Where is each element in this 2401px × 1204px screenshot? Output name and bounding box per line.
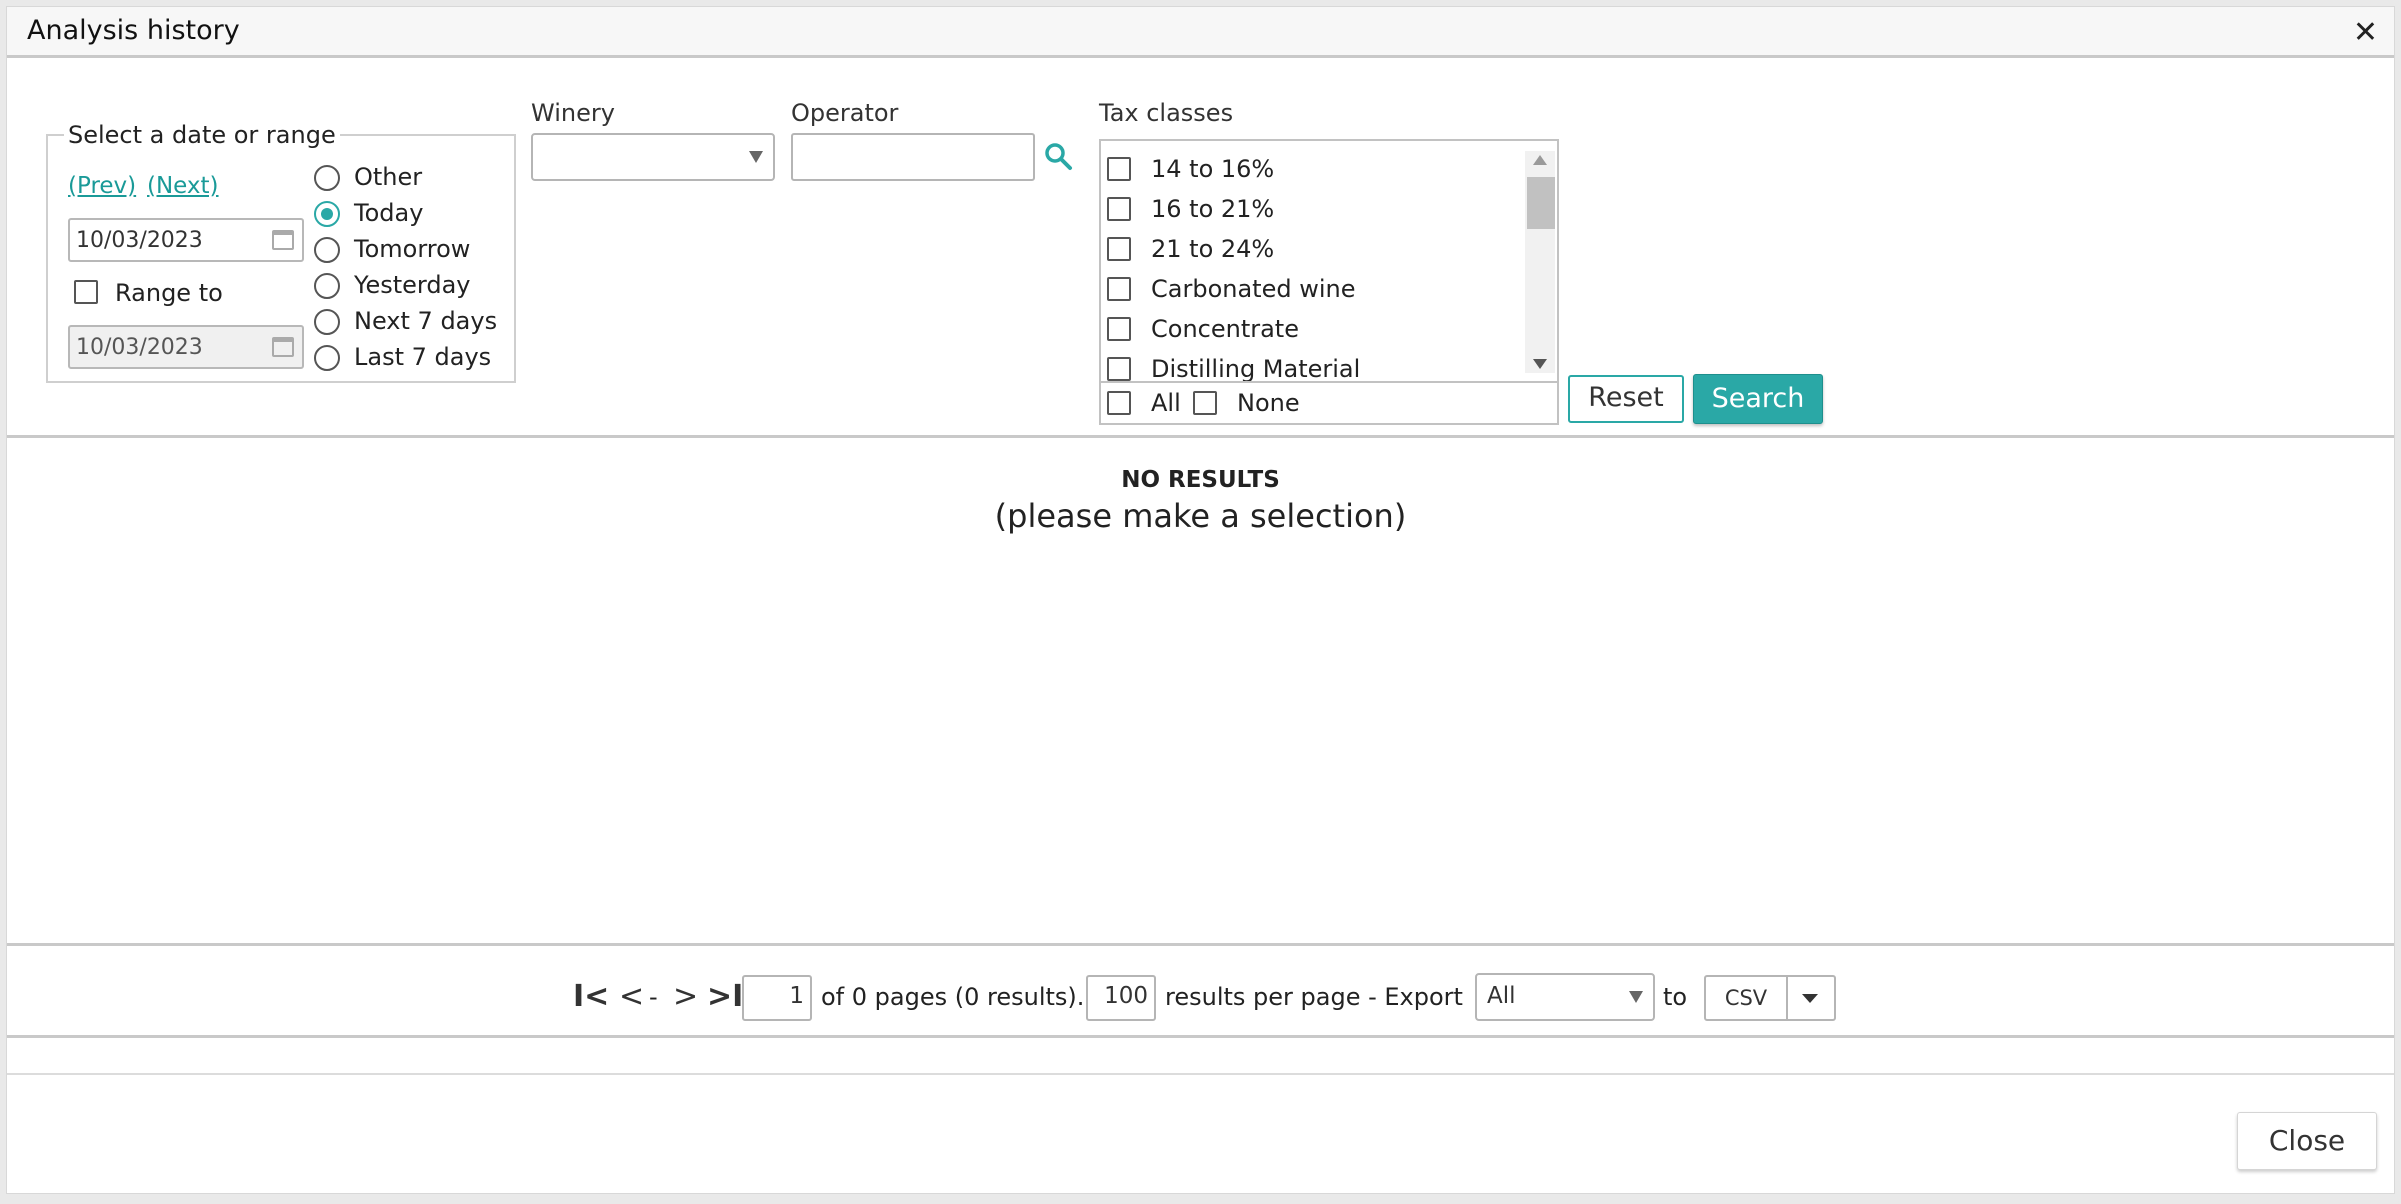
- no-results-subtitle: (please make a selection): [994, 497, 1407, 535]
- chevron-down-icon: [1629, 991, 1643, 1003]
- next-link[interactable]: (Next): [147, 173, 219, 199]
- no-results-title: NO RESULTS: [1121, 467, 1280, 493]
- radio-last-7-days[interactable]: [314, 345, 340, 371]
- tax-classes-items: 14 to 16% 16 to 21% 21 to 24% Carbonated…: [1101, 141, 1525, 381]
- page-number-input[interactable]: 1: [742, 975, 812, 1021]
- last-page-icon[interactable]: >I: [707, 979, 743, 1014]
- to-date-value: 10/03/2023: [76, 335, 203, 360]
- tax-class-checkbox[interactable]: [1107, 277, 1131, 301]
- export-format-dropdown[interactable]: CSV: [1704, 975, 1836, 1021]
- tax-class-checkbox[interactable]: [1107, 357, 1131, 381]
- radio-label-today: Today: [354, 199, 424, 227]
- to-date-input[interactable]: 10/03/2023: [68, 325, 304, 369]
- pager-separator: -: [649, 983, 658, 1011]
- calendar-icon[interactable]: [272, 230, 294, 250]
- winery-label: Winery: [531, 99, 615, 127]
- chevron-down-icon: [749, 151, 763, 163]
- radio-yesterday[interactable]: [314, 273, 340, 299]
- radio-label-other: Other: [354, 163, 423, 191]
- radio-label-next-7-days: Next 7 days: [354, 307, 498, 335]
- title-bar: Analysis history ✕: [7, 7, 2394, 58]
- range-to-checkbox[interactable]: [74, 280, 98, 304]
- tax-classes-scrollbar[interactable]: [1525, 151, 1555, 373]
- tax-class-label: Concentrate: [1151, 315, 1299, 343]
- select-all-label: All: [1151, 389, 1181, 417]
- select-none-label: None: [1237, 389, 1300, 417]
- select-none-checkbox[interactable]: [1193, 391, 1217, 415]
- from-date-input[interactable]: 10/03/2023: [68, 218, 304, 262]
- close-button[interactable]: Close: [2237, 1112, 2377, 1170]
- tax-classes-footer: All None: [1101, 381, 1557, 423]
- prev-page-icon[interactable]: <: [619, 979, 644, 1014]
- search-button[interactable]: Search: [1693, 374, 1823, 424]
- export-format-value: CSV: [1706, 977, 1788, 1019]
- per-page-input[interactable]: 100: [1086, 975, 1156, 1021]
- tax-class-checkbox[interactable]: [1107, 157, 1131, 181]
- divider: [7, 943, 2394, 946]
- operator-input[interactable]: [791, 133, 1035, 181]
- radio-label-yesterday: Yesterday: [354, 271, 471, 299]
- page-count-text: of 0 pages (0 results).: [821, 983, 1085, 1011]
- tax-class-label: Distilling Material: [1151, 355, 1361, 381]
- calendar-icon[interactable]: [272, 337, 294, 357]
- close-icon[interactable]: ✕: [2353, 15, 2378, 50]
- export-scope-value: All: [1487, 983, 1516, 1009]
- tax-class-label: Carbonated wine: [1151, 275, 1356, 303]
- winery-select[interactable]: [531, 133, 775, 181]
- next-page-icon[interactable]: >: [673, 979, 698, 1014]
- tax-class-label: 16 to 21%: [1151, 195, 1275, 223]
- caret-down-icon[interactable]: [1802, 994, 1818, 1003]
- first-page-icon[interactable]: I<: [573, 979, 609, 1014]
- divider: [7, 1035, 2394, 1038]
- tax-class-label: 21 to 24%: [1151, 235, 1275, 263]
- tax-class-checkbox[interactable]: [1107, 197, 1131, 221]
- divider: [7, 1073, 2394, 1075]
- date-range-legend: Select a date or range: [68, 121, 336, 149]
- export-to-text: to: [1663, 983, 1688, 1011]
- scroll-down-icon[interactable]: [1533, 359, 1547, 369]
- radio-tomorrow[interactable]: [314, 237, 340, 263]
- radio-other[interactable]: [314, 165, 340, 191]
- tax-class-checkbox[interactable]: [1107, 237, 1131, 261]
- operator-label: Operator: [791, 99, 899, 127]
- tax-classes-label: Tax classes: [1099, 99, 1234, 127]
- scroll-thumb[interactable]: [1527, 177, 1555, 229]
- radio-label-tomorrow: Tomorrow: [354, 235, 471, 263]
- from-date-value: 10/03/2023: [76, 228, 203, 253]
- range-to-label: Range to: [115, 279, 223, 307]
- tax-class-checkbox[interactable]: [1107, 317, 1131, 341]
- reset-button[interactable]: Reset: [1568, 375, 1684, 423]
- scroll-up-icon[interactable]: [1533, 155, 1547, 165]
- search-icon[interactable]: [1043, 141, 1073, 171]
- tax-classes-list: 14 to 16% 16 to 21% 21 to 24% Carbonated…: [1099, 139, 1559, 425]
- export-scope-select[interactable]: All: [1475, 973, 1655, 1021]
- divider: [7, 435, 2394, 438]
- select-all-checkbox[interactable]: [1107, 391, 1131, 415]
- per-page-text: results per page - Export: [1165, 983, 1463, 1011]
- analysis-history-dialog: Analysis history ✕ Select a date or rang…: [6, 6, 2395, 1194]
- radio-today[interactable]: [314, 201, 340, 227]
- dialog-title: Analysis history: [27, 15, 240, 46]
- radio-next-7-days[interactable]: [314, 309, 340, 335]
- radio-label-last-7-days: Last 7 days: [354, 343, 492, 371]
- tax-class-label: 14 to 16%: [1151, 155, 1275, 183]
- prev-link[interactable]: (Prev): [68, 173, 136, 199]
